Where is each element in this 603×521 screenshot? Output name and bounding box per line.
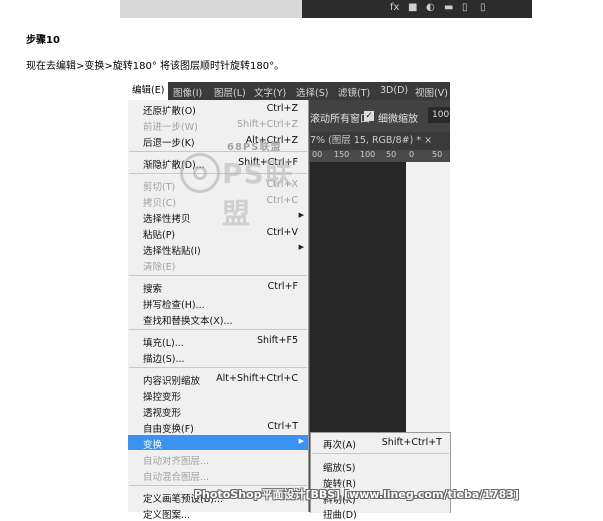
document-tab-title: 7% (图层 15, RGB/8#) * [310,135,422,146]
footer-watermark: PhotoShop平面设计[BBS] [www.lineg.com/tieba/… [194,488,519,501]
menu-bar: 编辑(E) 图像(I) 图层(L) 文字(Y) 选择(S) 滤镜(T) 3D(D… [128,82,450,100]
zoom-field[interactable]: 100 [428,107,450,123]
menu-item-undo[interactable]: 还原扩散(O) Ctrl+Z [128,101,308,117]
menu-separator [129,367,307,368]
watermark-site: 68PS联盟 [227,142,282,153]
layers-panel-strip: fx ■ ◐ ▬ ▯ ▯ [302,0,532,18]
ruler-tick: 0 [409,150,415,159]
menu-separator [312,453,449,454]
submenu-arrow-icon: ▶ [298,437,304,445]
menu-filter[interactable]: 滤镜(T) [338,85,370,99]
delete-layer-icon: ▯ [480,2,486,13]
menu-layer[interactable]: 图层(L) [214,85,246,99]
document-tab[interactable]: 7% (图层 15, RGB/8#) * × [310,132,450,150]
step-title: 步骤10 [26,35,60,46]
menu-separator [129,329,307,330]
group-icon: ▬ [444,2,454,13]
adjustment-icon: ◐ [426,2,435,13]
submenu-item-distort[interactable]: 扭曲(D) [311,505,450,521]
menu-item-content-aware-scale[interactable]: 内容识别缩放 Alt+Shift+Ctrl+C [128,371,308,387]
menu-item-step-forward: 前进一步(W) Shift+Ctrl+Z [143,119,298,133]
menu-item-define-pattern[interactable]: 定义图案... [128,505,308,521]
menu-item-stroke[interactable]: 描边(S)... [128,349,308,365]
previous-screenshot-strip: fx ■ ◐ ▬ ▯ ▯ [120,0,532,18]
menu-type[interactable]: 文字(Y) [254,85,286,99]
menu-view[interactable]: 视图(V) [415,85,448,99]
menu-item-find-replace[interactable]: 查找和替换文本(X)... [128,311,308,327]
new-layer-icon: ▯ [462,2,468,13]
submenu-item-scale[interactable]: 缩放(S) [311,458,450,474]
fx-icon: fx [390,2,400,13]
watermark-brand: PS联盟 [222,157,294,230]
menu-item-search[interactable]: 搜索 Ctrl+F [128,279,308,295]
menu-edit[interactable]: 编辑(E) [128,82,169,100]
submenu-arrow-icon: ▶ [298,243,304,251]
menu-item-auto-align-layers: 自动对齐图层... [143,456,210,467]
mask-icon: ■ [408,2,418,13]
menu-3d[interactable]: 3D(D) [380,85,408,96]
close-icon[interactable]: × [424,135,432,146]
ruler-tick: 100 [360,150,376,159]
menu-item-spell-check[interactable]: 拼写检查(H)... [128,295,308,311]
menu-item-puppet-warp[interactable]: 操控变形 [128,387,308,403]
menu-separator [129,275,307,276]
menu-image[interactable]: 图像(I) [173,85,202,99]
scrubby-zoom-label: 细微缩放 [378,114,418,125]
menu-item-auto-blend-layers: 自动混合图层... [143,472,210,483]
watermark-logo-icon [180,153,220,193]
menu-select[interactable]: 选择(S) [296,85,328,99]
menu-item-perspective-warp[interactable]: 透视变形 [128,403,308,419]
menu-item-paste-special[interactable]: 选择性粘贴(I) ▶ [128,241,308,257]
scrubby-zoom-checkbox[interactable]: ✓ [364,111,374,121]
step-instruction: 现在去编辑>变换>旋转180° 将该图层顺时针旋转180°。 [26,61,285,72]
ruler-tick: 50 [432,150,443,159]
ruler-tick: 50 [386,150,397,159]
menu-item-free-transform[interactable]: 自由变换(F) Ctrl+T [128,419,308,435]
ruler-tick: 150 [334,150,350,159]
menu-item-transform[interactable]: 变换 ▶ [128,435,308,451]
menu-item-clear: 清除(E) [143,262,176,273]
menu-item-fill[interactable]: 填充(L)... Shift+F5 [128,333,308,349]
ps-watermark: 68PS联盟 PS联盟 [172,138,322,230]
submenu-item-again[interactable]: 再次(A) Shift+Ctrl+T [311,435,450,451]
scroll-all-windows-label[interactable]: 滚动所有窗口 [310,110,370,125]
